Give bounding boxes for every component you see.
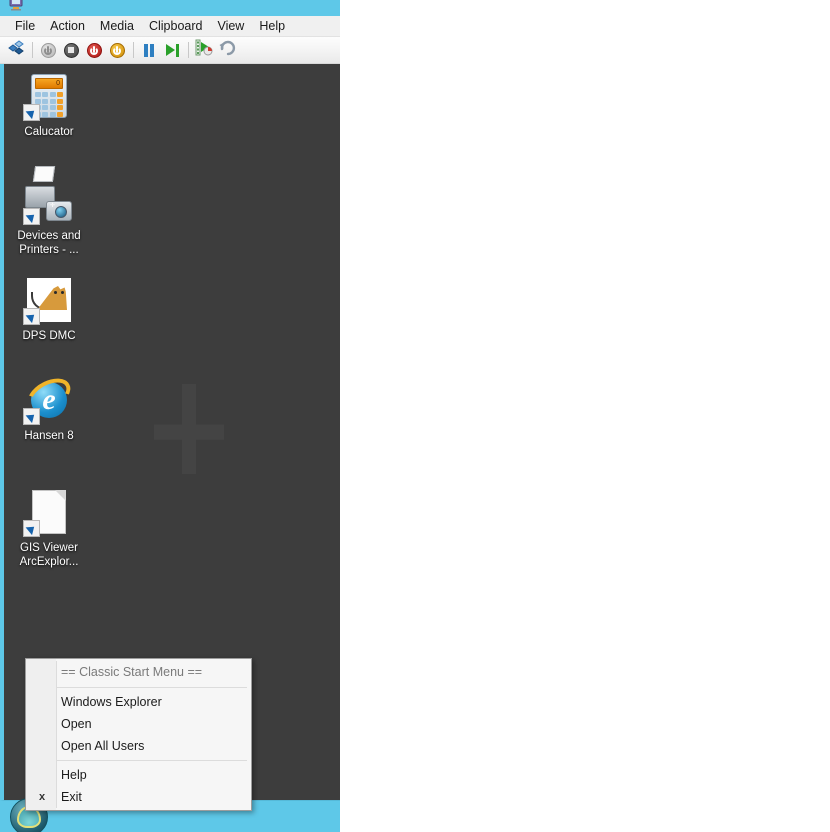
classic-start-menu-context-menu: == Classic Start Menu == Windows Explore… xyxy=(25,658,252,811)
ctrl-alt-del-button[interactable] xyxy=(5,39,27,61)
desktop-icon-label: Devices and Printers - ... xyxy=(17,230,81,256)
shortcut-arrow-icon xyxy=(23,408,40,425)
reset-button[interactable] xyxy=(106,39,128,61)
snapshot-button[interactable] xyxy=(193,39,215,61)
turn-off-button[interactable] xyxy=(83,39,105,61)
play-icon xyxy=(165,43,179,57)
context-menu-item-label: Exit xyxy=(61,790,82,804)
context-menu-item-open[interactable]: Open xyxy=(26,713,251,735)
desktop-icon-label: Calucator xyxy=(24,126,74,138)
desktop-icon-hansen-8[interactable]: e Hansen 8 xyxy=(4,371,94,443)
desktop-watermark xyxy=(154,384,224,474)
printer-camera-icon: ✛ xyxy=(23,166,73,225)
undo-arrow-icon xyxy=(218,39,236,61)
desktop-icon-calculator[interactable]: 0 Calucator xyxy=(4,72,94,139)
context-menu-header: == Classic Start Menu == xyxy=(61,665,203,679)
revert-button[interactable] xyxy=(216,39,238,61)
shortcut-arrow-icon xyxy=(23,308,40,325)
shut-down-button[interactable] xyxy=(60,39,82,61)
power-gold-icon xyxy=(109,42,125,58)
blank-document-icon xyxy=(23,488,73,537)
context-menu-item-windows-explorer[interactable]: Windows Explorer xyxy=(26,691,251,713)
toolbar-separator-3 xyxy=(188,42,189,58)
toolbar-separator-2 xyxy=(133,42,134,58)
power-off-button[interactable] xyxy=(37,39,59,61)
shortcut-arrow-icon xyxy=(23,208,40,225)
context-menu-separator-1 xyxy=(56,687,247,688)
context-menu-item-open-all-users[interactable]: Open All Users xyxy=(26,735,251,757)
context-menu-separator-2 xyxy=(56,760,247,761)
tomcat-icon xyxy=(23,276,73,325)
context-menu-item-help[interactable]: Help xyxy=(26,764,251,786)
menu-view[interactable]: View xyxy=(210,17,251,36)
window-title-bar[interactable] xyxy=(0,0,340,16)
vm-console-window: File Action Media Clipboard View Help 0 … xyxy=(0,0,340,832)
cubes-icon xyxy=(7,39,25,61)
internet-explorer-icon: e xyxy=(22,371,76,425)
page-background xyxy=(340,0,830,832)
menu-help[interactable]: Help xyxy=(252,17,292,36)
power-red-icon xyxy=(86,42,102,58)
desktop-icon-label: DPS DMC xyxy=(22,330,76,342)
shortcut-arrow-icon xyxy=(23,104,40,121)
context-menu-item-exit[interactable]: x Exit xyxy=(26,786,251,808)
desktop-icon-dps-dmc[interactable]: DPS DMC xyxy=(4,276,94,343)
menu-file[interactable]: File xyxy=(8,17,42,36)
menu-clipboard[interactable]: Clipboard xyxy=(142,17,210,36)
menu-bar: File Action Media Clipboard View Help xyxy=(0,16,340,37)
snapshot-icon xyxy=(195,39,213,61)
desktop-icon-label: GIS Viewer ArcExplor... xyxy=(19,542,79,568)
toolbar-separator-1 xyxy=(32,42,33,58)
power-icon xyxy=(40,42,56,58)
menu-media[interactable]: Media xyxy=(93,17,141,36)
vm-console-icon xyxy=(8,0,24,12)
start-button[interactable] xyxy=(161,39,183,61)
shortcut-arrow-icon xyxy=(23,520,40,537)
calculator-icon: 0 xyxy=(23,72,73,121)
exit-x-icon: x xyxy=(38,791,46,803)
toolbar xyxy=(0,37,340,64)
desktop-icon-devices-and-printers[interactable]: ✛ Devices and Printers - ... xyxy=(4,166,94,257)
desktop-icon-gis-viewer[interactable]: GIS Viewer ArcExplor... xyxy=(4,488,94,569)
pause-button[interactable] xyxy=(138,39,160,61)
stop-icon xyxy=(63,42,79,58)
desktop-icon-label: Hansen 8 xyxy=(24,430,74,442)
menu-action[interactable]: Action xyxy=(43,17,92,36)
pause-icon xyxy=(144,43,154,57)
